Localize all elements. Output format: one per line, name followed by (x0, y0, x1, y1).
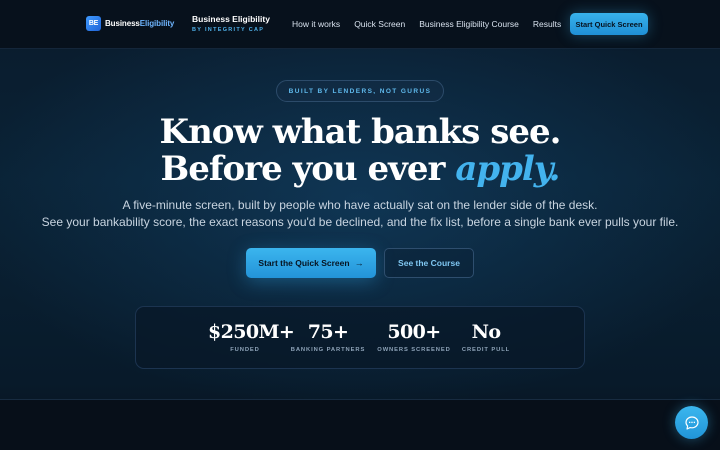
stat-credit-pull: No CREDIT PULL (456, 321, 516, 353)
hero-badge: BUILT BY LENDERS, NOT GURUS (276, 80, 444, 102)
logo[interactable]: BE BusinessEligibility (86, 16, 174, 31)
stat-label: BANKING PARTNERS (290, 347, 366, 353)
hero-subtitle-line-1: A five-minute screen, built by people wh… (122, 198, 598, 212)
nav-links: How it works Quick Screen Business Eligi… (292, 19, 575, 29)
top-nav: BE BusinessEligibility Business Eligibil… (0, 0, 720, 49)
nav-start-quick-screen-button[interactable]: Start Quick Screen (570, 13, 648, 35)
stat-value: $250M+ (208, 321, 295, 343)
stat-value: No (471, 321, 501, 343)
nav-link-quick-screen[interactable]: Quick Screen (354, 19, 405, 29)
nav-link-course[interactable]: Business Eligibility Course (419, 19, 519, 29)
stat-funded: $250M+ FUNDED (208, 321, 295, 353)
chat-button[interactable] (675, 406, 708, 439)
nav-link-results[interactable]: Results (533, 19, 561, 29)
hero-headline-line-2: Before you ever apply. (0, 149, 720, 189)
logo-word-business: Business (105, 19, 140, 28)
arrow-right-icon: → (354, 258, 364, 268)
headline-prefix: Before you ever (160, 149, 456, 189)
brand-title: Business Eligibility (192, 14, 270, 24)
logo-text: BusinessEligibility (105, 19, 174, 28)
hero-subtitle-line-2: See your bankability score, the exact re… (41, 215, 679, 229)
stat-label: FUNDED (230, 347, 260, 353)
lower-section (0, 400, 720, 450)
headline-accent: apply. (455, 149, 560, 189)
stat-label: CREDIT PULL (461, 347, 511, 353)
logo-word-eligibility: Eligibility (139, 19, 175, 28)
chat-bubble-icon (684, 415, 699, 430)
start-quick-screen-button[interactable]: Start the Quick Screen → (246, 248, 376, 278)
see-the-course-button[interactable]: See the Course (384, 248, 474, 278)
stat-value: 500+ (387, 321, 441, 343)
stat-value: 75+ (307, 321, 349, 343)
hero-headline-line-1: Know what banks see. (159, 112, 562, 152)
stats-panel: $250M+ FUNDED 75+ BANKING PARTNERS 500+ … (135, 306, 585, 369)
start-quick-screen-label: Start the Quick Screen (258, 258, 350, 268)
logo-mark-icon: BE (86, 16, 101, 31)
nav-link-how-it-works[interactable]: How it works (292, 19, 340, 29)
stat-label: OWNERS SCREENED (377, 347, 451, 353)
brand-subtitle: BY INTEGRITY CAP (192, 27, 265, 33)
page: BE BusinessEligibility Business Eligibil… (0, 0, 720, 450)
brand-block: Business Eligibility BY INTEGRITY CAP (192, 14, 270, 33)
stat-owners-screened: 500+ OWNERS SCREENED (374, 321, 454, 353)
stat-banking-partners: 75+ BANKING PARTNERS (286, 321, 370, 353)
